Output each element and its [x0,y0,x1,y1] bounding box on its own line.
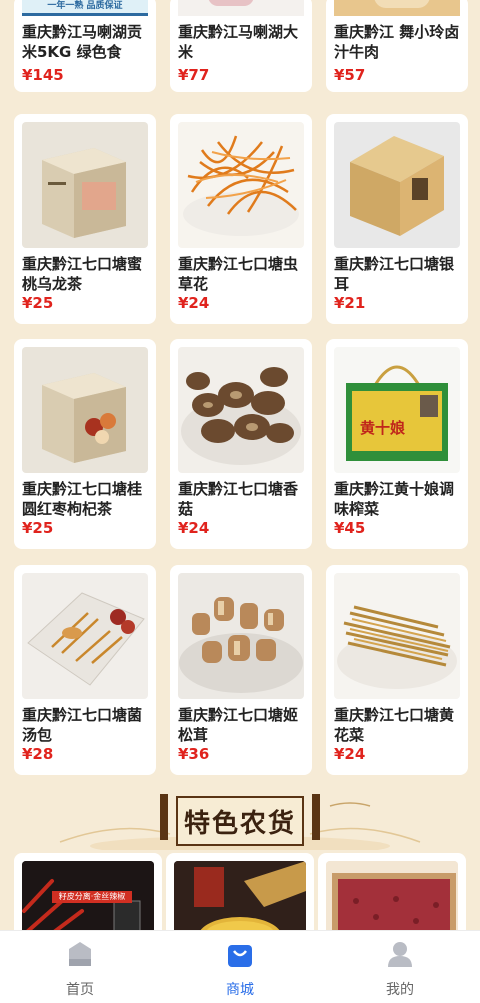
box-brand-text: 黄十娘 [360,419,406,437]
beef-image [334,0,460,16]
product-name: 重庆黔江七口塘菌汤包 [22,706,143,744]
mall-scroll-view[interactable]: 一年一熟 品质保证 重庆黔江马喇湖贡米5KG 绿色食品... ¥145 重庆黔江… [0,0,480,930]
tab-label: 商城 [226,982,254,998]
tab-label: 首页 [66,982,94,998]
agaricus-image [178,573,304,699]
featured-card[interactable] [318,853,466,930]
product-card[interactable]: 重庆黔江七口塘黄花菜 ¥24 [326,565,468,775]
product-price: ¥25 [22,519,54,537]
tea-box-image [22,347,148,473]
tab-mine[interactable]: 我的 [320,931,480,1003]
product-price: ¥21 [334,294,366,312]
product-price: ¥28 [22,745,54,763]
product-price: ¥45 [334,519,366,537]
tremella-box-image [334,122,460,248]
mushroom-soup-pack-image [22,573,148,699]
cordyceps-flower-image [178,122,304,248]
product-price: ¥77 [178,66,210,84]
tea-box-image [22,122,148,248]
product-name: 重庆黔江七口塘蜜桃乌龙茶 [22,255,143,293]
millet-image [174,861,306,930]
product-name: 重庆黔江七口塘姬松茸 [178,706,299,744]
bottom-tab-bar: 首页 商城 我的 [0,930,480,1003]
product-card[interactable]: 重庆黔江七口塘香菇 ¥24 [170,339,312,549]
product-name: 重庆黔江七口塘桂圆红枣枸杞茶 [22,480,143,518]
product-price: ¥25 [22,294,54,312]
product-price: ¥57 [334,66,366,84]
tab-label: 我的 [386,982,414,998]
product-name: 重庆黔江七口塘虫草花 [178,255,299,293]
product-card[interactable]: 重庆黔江 舞小玲卤汁牛肉 ¥57 [326,0,468,92]
red-bean-image [326,861,458,930]
home-icon [69,942,91,966]
product-card[interactable]: 重庆黔江七口塘虫草花 ¥24 [170,114,312,324]
featured-overlay-text: 籽皮分离·金丝辣椒 [58,892,126,901]
product-name: 重庆黔江七口塘香菇 [178,480,299,518]
shopping-bag-icon [228,945,252,967]
section-title: 特色农货 [176,796,304,846]
daylily-image [334,573,460,699]
product-card[interactable]: 重庆黔江七口塘蜜桃乌龙茶 ¥25 [14,114,156,324]
rice-bowl-image [178,0,304,16]
featured-card[interactable]: 籽皮分离·金丝辣椒 [14,853,162,930]
product-price: ¥145 [22,66,64,84]
user-icon [388,942,412,967]
tab-mall[interactable]: 商城 [160,931,320,1003]
product-name: 重庆黔江七口塘银耳 [334,255,455,293]
product-card[interactable]: 重庆黔江七口塘菌汤包 ¥28 [14,565,156,775]
product-image-banner-text: 一年一熟 品质保证 [47,1,123,11]
gift-box-image: 黄十娘 [334,347,460,473]
product-price: ¥36 [178,745,210,763]
product-card[interactable]: 重庆黔江七口塘银耳 ¥21 [326,114,468,324]
featured-card[interactable] [166,853,314,930]
product-name: 重庆黔江 舞小玲卤汁牛肉 [334,23,460,61]
product-card[interactable]: 一年一熟 品质保证 重庆黔江马喇湖贡米5KG 绿色食品... ¥145 [14,0,156,92]
product-card[interactable]: 重庆黔江七口塘姬松茸 ¥36 [170,565,312,775]
product-name: 重庆黔江黄十娘调味榨菜 [334,480,455,518]
product-image: 一年一熟 品质保证 [22,0,148,16]
product-card[interactable]: 重庆黔江七口塘桂圆红枣枸杞茶 ¥25 [14,339,156,549]
tab-home[interactable]: 首页 [0,931,160,1003]
product-price: ¥24 [178,294,210,312]
product-name: 重庆黔江七口塘黄花菜 [334,706,455,744]
product-name: 重庆黔江马喇湖大米 [178,23,299,61]
chili-image: 籽皮分离·金丝辣椒 [22,861,154,930]
shiitake-image [178,347,304,473]
product-card[interactable]: 重庆黔江马喇湖大米 ¥77 [170,0,312,92]
product-card[interactable]: 黄十娘 重庆黔江黄十娘调味榨菜 ¥45 [326,339,468,549]
product-name: 重庆黔江马喇湖贡米5KG 绿色食品... [22,23,143,61]
product-price: ¥24 [178,519,210,537]
product-price: ¥24 [334,745,366,763]
